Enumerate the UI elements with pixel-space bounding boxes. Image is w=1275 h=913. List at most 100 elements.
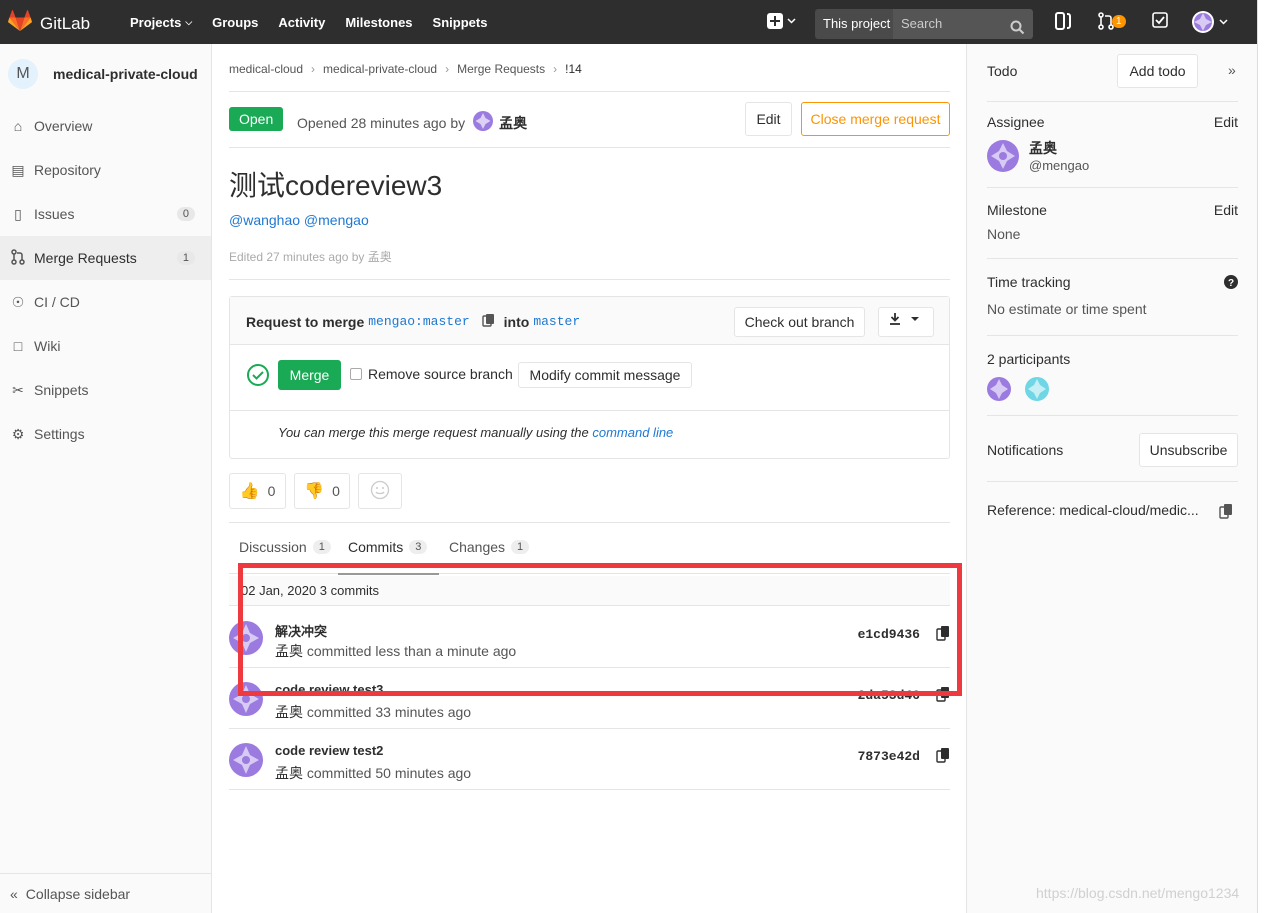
sidebar-item-overview[interactable]: ⌂ Overview: [0, 104, 211, 148]
todo-section: Todo Add todo »: [987, 44, 1238, 102]
nav-milestones[interactable]: Milestones: [345, 15, 412, 30]
thumbsup-award-button[interactable]: 👍 0: [229, 473, 286, 509]
command-line-link[interactable]: command line: [592, 425, 673, 440]
merge-requests-count: 1: [176, 251, 195, 265]
modify-commit-message-button[interactable]: Modify commit message: [518, 362, 692, 388]
assignee-edit-link[interactable]: Edit: [1214, 114, 1238, 130]
expand-sidebar-icon[interactable]: »: [1228, 62, 1236, 78]
issues-nav-icon[interactable]: [1055, 12, 1071, 35]
commit-sha[interactable]: 7873e42d: [858, 749, 920, 764]
mr-description[interactable]: @wanghao @mengao: [229, 212, 369, 228]
user-menu[interactable]: [1191, 10, 1231, 34]
remove-source-branch-checkbox[interactable]: Remove source branch: [350, 366, 513, 382]
sidebar-item-wiki[interactable]: □ Wiki: [0, 324, 211, 368]
merge-request-branches: Request to merge mengao:master into mast…: [246, 313, 581, 330]
nav-projects[interactable]: Projects ⌵: [130, 15, 192, 30]
commit-sha[interactable]: e1cd9436: [858, 627, 920, 642]
collapse-sidebar-button[interactable]: « Collapse sidebar: [0, 873, 211, 913]
milestone-edit-link[interactable]: Edit: [1214, 202, 1238, 218]
merge-request-icon: [10, 248, 26, 268]
project-header[interactable]: M medical-private-cloud: [0, 44, 211, 104]
tab-discussion[interactable]: Discussion 1: [239, 539, 331, 555]
milestone-section: Milestone Edit None: [987, 188, 1238, 259]
commit-row[interactable]: 解决冲突 孟奥 committed less than a minute ago…: [229, 607, 950, 668]
new-dropdown[interactable]: [766, 12, 798, 35]
merge-requests-nav[interactable]: 1: [1098, 12, 1126, 30]
sidebar-item-issues[interactable]: ▯ Issues 0: [0, 192, 211, 236]
tab-commits[interactable]: Commits 3: [348, 539, 428, 555]
chevron-right-icon: ›: [445, 62, 450, 76]
nav-activity[interactable]: Activity: [278, 15, 325, 30]
commit-meta: 孟奥 committed less than a minute ago: [275, 643, 517, 659]
commit-sha[interactable]: 2da53d46: [858, 688, 920, 703]
assignee-name[interactable]: 孟奥: [1029, 138, 1057, 158]
breadcrumb-merge-requests[interactable]: Merge Requests: [457, 62, 545, 76]
search-scope-button[interactable]: This project: [815, 9, 899, 39]
sidebar-item-snippets[interactable]: ✂ Snippets: [0, 368, 211, 412]
copy-icon[interactable]: [481, 313, 496, 330]
tab-changes[interactable]: Changes 1: [449, 539, 530, 555]
commit-title[interactable]: code review test2: [275, 743, 383, 758]
mr-count-badge: 1: [1112, 14, 1126, 28]
commit-author-avatar[interactable]: [229, 743, 263, 780]
book-icon: ▤: [11, 161, 25, 178]
nav-snippets[interactable]: Snippets: [433, 15, 488, 30]
commit-row[interactable]: code review test2 孟奥 committed 50 minute…: [229, 729, 950, 790]
check-out-branch-button[interactable]: Check out branch: [734, 307, 865, 337]
nav-groups[interactable]: Groups: [212, 15, 258, 30]
checkbox[interactable]: [350, 368, 362, 380]
participant-avatar[interactable]: [1025, 377, 1049, 404]
add-reaction-button[interactable]: [358, 473, 402, 509]
project-name: medical-private-cloud: [53, 66, 198, 82]
copy-sha-icon[interactable]: [936, 747, 950, 766]
sidebar-item-settings[interactable]: ⚙ Settings: [0, 412, 211, 456]
author-avatar[interactable]: [473, 111, 494, 134]
participant-avatar[interactable]: [987, 377, 1011, 404]
search-input[interactable]: Search: [893, 9, 1033, 39]
commit-row[interactable]: code review test3 孟奥 committed 33 minute…: [229, 668, 950, 729]
todo-check-icon[interactable]: [1152, 12, 1168, 33]
issues-count: 0: [176, 207, 195, 221]
download-dropdown[interactable]: [878, 307, 934, 337]
sidebar-item-ci-cd[interactable]: ☉ CI / CD: [0, 280, 211, 324]
help-question-icon[interactable]: ?: [1224, 275, 1238, 292]
add-todo-button[interactable]: Add todo: [1117, 54, 1198, 88]
mr-tabs: Discussion 1 Commits 3 Changes 1: [229, 522, 950, 575]
source-branch[interactable]: mengao:master: [368, 314, 469, 329]
assignee-avatar[interactable]: [987, 140, 1019, 175]
breadcrumb: medical-cloud › medical-private-cloud › Me…: [229, 62, 582, 76]
breadcrumb-current[interactable]: !14: [565, 62, 582, 76]
reference-section: Reference: medical-cloud/medic...: [987, 502, 1238, 519]
close-merge-request-button[interactable]: Close merge request: [801, 102, 950, 136]
breadcrumb-project[interactable]: medical-private-cloud: [323, 62, 437, 76]
commit-author-avatar[interactable]: [229, 682, 263, 719]
smiley-icon: [370, 480, 390, 503]
target-branch[interactable]: master: [533, 314, 580, 329]
sidebar-item-repository[interactable]: ▤ Repository: [0, 148, 211, 192]
page-title: 测试codereview3: [229, 170, 443, 201]
top-navbar: GitLab Projects ⌵ Groups Activity Milesto…: [0, 0, 1257, 44]
breadcrumb-group[interactable]: medical-cloud: [229, 62, 303, 76]
edit-button[interactable]: Edit: [745, 102, 792, 136]
merge-button[interactable]: Merge: [278, 360, 341, 390]
copy-sha-icon[interactable]: [936, 686, 950, 705]
main-content: medical-cloud › medical-private-cloud › Me…: [229, 44, 950, 913]
commit-title[interactable]: 解决冲突: [275, 621, 327, 640]
author-name[interactable]: 孟奥: [499, 113, 527, 133]
project-avatar: M: [8, 59, 38, 89]
thumbsdown-award-button[interactable]: 👎 0: [294, 473, 350, 509]
edited-info: Edited 27 minutes ago by 孟奥: [229, 250, 392, 264]
download-icon: [889, 313, 923, 329]
unsubscribe-button[interactable]: Unsubscribe: [1139, 433, 1238, 467]
window-scrollbar[interactable]: [1257, 0, 1275, 913]
commit-author-avatar[interactable]: [229, 621, 263, 658]
copy-reference-icon[interactable]: [1219, 503, 1233, 522]
merge-widget: Request to merge mengao:master into mast…: [229, 296, 950, 459]
milestone-value: None: [987, 226, 1021, 242]
commit-title[interactable]: code review test3: [275, 682, 383, 697]
watermark-text: https://blog.csdn.net/mengo1234: [1036, 885, 1240, 901]
copy-sha-icon[interactable]: [936, 625, 950, 644]
commits-day-header: 02 Jan, 2020 3 commits: [229, 576, 950, 606]
gitlab-home-link[interactable]: GitLab: [8, 10, 90, 37]
sidebar-item-merge-requests[interactable]: Merge Requests 1: [0, 236, 211, 280]
